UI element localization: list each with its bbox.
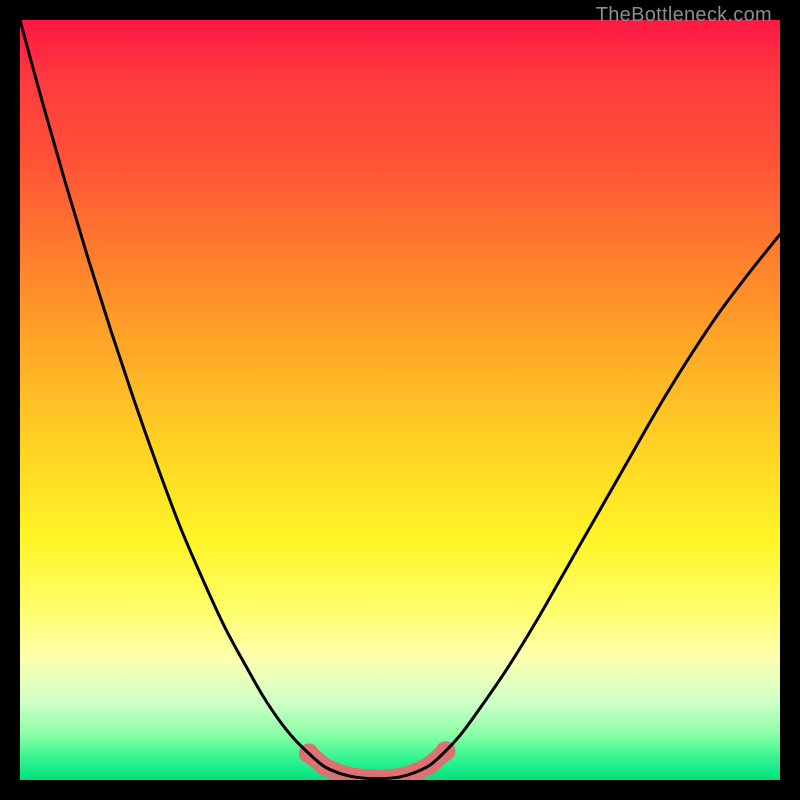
optimal-range-dot xyxy=(421,756,439,774)
bottleneck-curve xyxy=(20,20,780,779)
plot-area xyxy=(20,20,780,780)
optimal-range-dots xyxy=(299,741,456,780)
optimal-range-dot xyxy=(330,764,348,780)
optimal-range-marker xyxy=(309,751,446,778)
optimal-range-dot xyxy=(391,768,409,780)
optimal-range-dot xyxy=(376,769,394,780)
optimal-range-dot xyxy=(315,757,333,775)
optimal-range-dot xyxy=(406,763,424,780)
watermark-text: TheBottleneck.com xyxy=(596,4,772,27)
optimal-range-dot xyxy=(436,741,456,761)
chart-svg xyxy=(20,20,780,780)
optimal-range-dot xyxy=(361,769,379,780)
chart-frame: TheBottleneck.com xyxy=(0,0,800,800)
optimal-range-dot xyxy=(345,768,363,780)
optimal-range-dot xyxy=(299,743,319,763)
